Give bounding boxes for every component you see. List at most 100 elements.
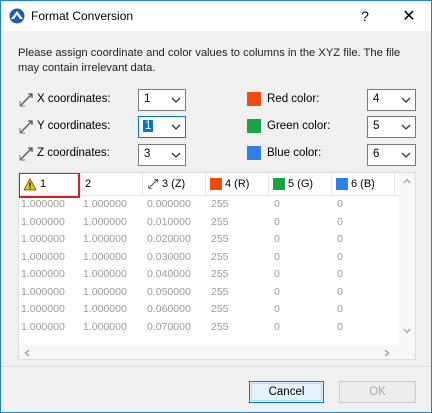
blue-swatch	[247, 146, 261, 160]
table-cell: 255	[211, 320, 229, 333]
z-coordinates-value: 3	[144, 148, 151, 160]
table-cell: 1.000000	[83, 198, 127, 210]
z-axis-icon	[19, 147, 33, 161]
column-header-3[interactable]: 3 (Z)	[143, 173, 206, 195]
chevron-down-icon	[171, 97, 181, 103]
table-cell: 1.000000	[83, 303, 127, 315]
red-swatch-icon	[210, 178, 222, 190]
table-row: 1.000000 1.000000 0.020000 255 0 0	[19, 231, 399, 249]
column-header-label: 5 (G)	[288, 178, 314, 190]
table-cell: 1.000000	[83, 285, 127, 298]
table-cell: 1.000000	[21, 285, 65, 298]
table-row: 1.000000 1.000000 0.060000 255 0 0	[19, 301, 399, 319]
table-cell: 255	[211, 285, 229, 298]
column-header-6[interactable]: 6 (B)	[332, 173, 395, 195]
scroll-left-icon[interactable]	[24, 349, 30, 357]
data-preview-table: 1 2 3 (Z) 4 (R) 5 (G) 6 (B) 1.000000 1.0…	[18, 172, 416, 360]
green-color-value: 5	[373, 120, 380, 132]
table-cell: 255	[211, 215, 229, 228]
help-button[interactable]: ?	[343, 1, 387, 31]
table-cell: 0.000000	[147, 198, 191, 210]
table-cell: 0	[274, 233, 280, 245]
table-cell: 0.060000	[147, 303, 191, 315]
table-cell: 1.000000	[21, 320, 65, 333]
app-icon	[9, 8, 25, 24]
table-cell: 255	[211, 268, 229, 280]
table-cell: 0	[337, 250, 343, 263]
column-header-5[interactable]: 5 (G)	[269, 173, 332, 195]
table-cell: 0	[274, 198, 280, 210]
table-cell: 0	[337, 215, 343, 228]
red-swatch	[247, 92, 261, 106]
table-cell: 1.000000	[21, 250, 65, 263]
table-cell: 1.000000	[83, 250, 127, 263]
table-cell: 1.000000	[21, 268, 65, 280]
table-row: 1.000000 1.000000 0.010000 255 0 0	[19, 214, 399, 232]
table-cell: 0	[337, 198, 343, 210]
column-header-label: 3 (Z)	[162, 178, 186, 190]
close-button[interactable]: ✕	[387, 1, 431, 31]
blue-color-value: 6	[373, 148, 380, 160]
horizontal-scrollbar[interactable]	[19, 345, 415, 359]
chevron-down-icon	[401, 97, 411, 103]
cancel-button[interactable]: Cancel	[249, 381, 324, 403]
y-coordinates-select[interactable]: 1	[138, 116, 186, 138]
green-swatch-icon	[273, 178, 285, 190]
red-color-label: Red color:	[267, 93, 320, 105]
table-cell: 1.000000	[83, 268, 127, 280]
table-row: 1.000000 1.000000 0.050000 255 0 0	[19, 284, 399, 302]
table-row: 1.000000 1.000000 0.000000 255 0 0	[19, 196, 399, 214]
blue-swatch-icon	[336, 178, 348, 190]
scroll-up-icon[interactable]	[403, 178, 411, 184]
x-axis-icon	[19, 93, 33, 107]
scroll-down-icon[interactable]	[403, 328, 411, 334]
table-cell: 1.000000	[83, 233, 127, 245]
table-row: 1.000000 1.000000 0.040000 255 0 0	[19, 266, 399, 284]
table-cell: 0.030000	[147, 250, 191, 263]
format-conversion-dialog: Format Conversion ? ✕ Please assign coor…	[0, 0, 432, 413]
vertical-scrollbar[interactable]	[399, 173, 415, 345]
chevron-down-icon	[171, 124, 181, 130]
z-coordinates-select[interactable]: 3	[138, 144, 186, 166]
red-color-select[interactable]: 4	[367, 89, 416, 111]
table-cell: 0	[337, 285, 343, 298]
red-color-value: 4	[373, 93, 380, 105]
table-cell: 0	[337, 233, 343, 245]
table-cell: 0	[274, 320, 280, 333]
table-row: 1.000000 1.000000 0.030000 255 0 0	[19, 249, 399, 267]
green-swatch	[247, 119, 261, 133]
instructions-text: Please assign coordinate and color value…	[18, 47, 401, 74]
table-cell: 1.000000	[21, 215, 65, 228]
table-cell: 0	[274, 268, 280, 280]
table-cell: 0.020000	[147, 233, 191, 245]
table-cell: 0	[274, 215, 280, 228]
green-color-label: Green color:	[267, 120, 331, 132]
y-coordinates-label: Y coordinates:	[37, 120, 111, 132]
table-cell: 0	[337, 303, 343, 315]
table-cell: 255	[211, 250, 229, 263]
column-header-4[interactable]: 4 (R)	[206, 173, 269, 195]
dialog-title: Format Conversion	[31, 9, 134, 23]
title-bar: Format Conversion ? ✕	[1, 1, 431, 31]
footer-divider	[1, 366, 431, 367]
table-cell: 1.000000	[21, 233, 65, 245]
ok-button[interactable]: OK	[339, 381, 416, 403]
table-cell: 0.070000	[147, 320, 191, 333]
table-cell: 0.040000	[147, 268, 191, 280]
scroll-right-icon[interactable]	[384, 349, 390, 357]
table-cell: 255	[211, 233, 229, 245]
warning-column-highlight	[19, 173, 80, 198]
z-coordinates-label: Z coordinates:	[37, 147, 110, 159]
chevron-down-icon	[171, 152, 181, 158]
column-header-label: 4 (R)	[225, 178, 250, 190]
blue-color-label: Blue color:	[267, 147, 322, 159]
column-header-label: 2	[85, 178, 92, 190]
x-coordinates-select[interactable]: 1	[138, 89, 186, 111]
green-color-select[interactable]: 5	[367, 116, 416, 138]
y-coordinates-value: 1	[143, 120, 154, 132]
z-axis-icon	[148, 178, 159, 189]
x-coordinates-label: X coordinates:	[37, 93, 111, 105]
blue-color-select[interactable]: 6	[367, 144, 416, 166]
table-cell: 255	[211, 198, 229, 210]
column-header-2[interactable]: 2	[81, 173, 143, 195]
